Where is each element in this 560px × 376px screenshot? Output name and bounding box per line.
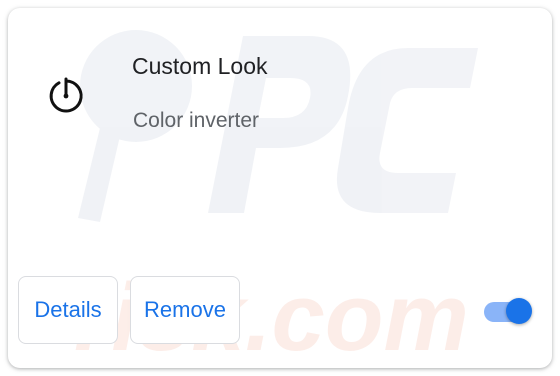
toggle-knob xyxy=(506,298,532,324)
extension-card: risk.com Custom Look Color inverter Deta… xyxy=(8,8,552,368)
gauge-icon xyxy=(49,77,83,113)
remove-button[interactable]: Remove xyxy=(130,276,240,344)
extension-description: Color inverter xyxy=(133,109,260,132)
extension-name: Custom Look xyxy=(132,53,268,79)
enable-toggle[interactable] xyxy=(482,294,532,330)
details-button[interactable]: Details xyxy=(18,276,118,344)
